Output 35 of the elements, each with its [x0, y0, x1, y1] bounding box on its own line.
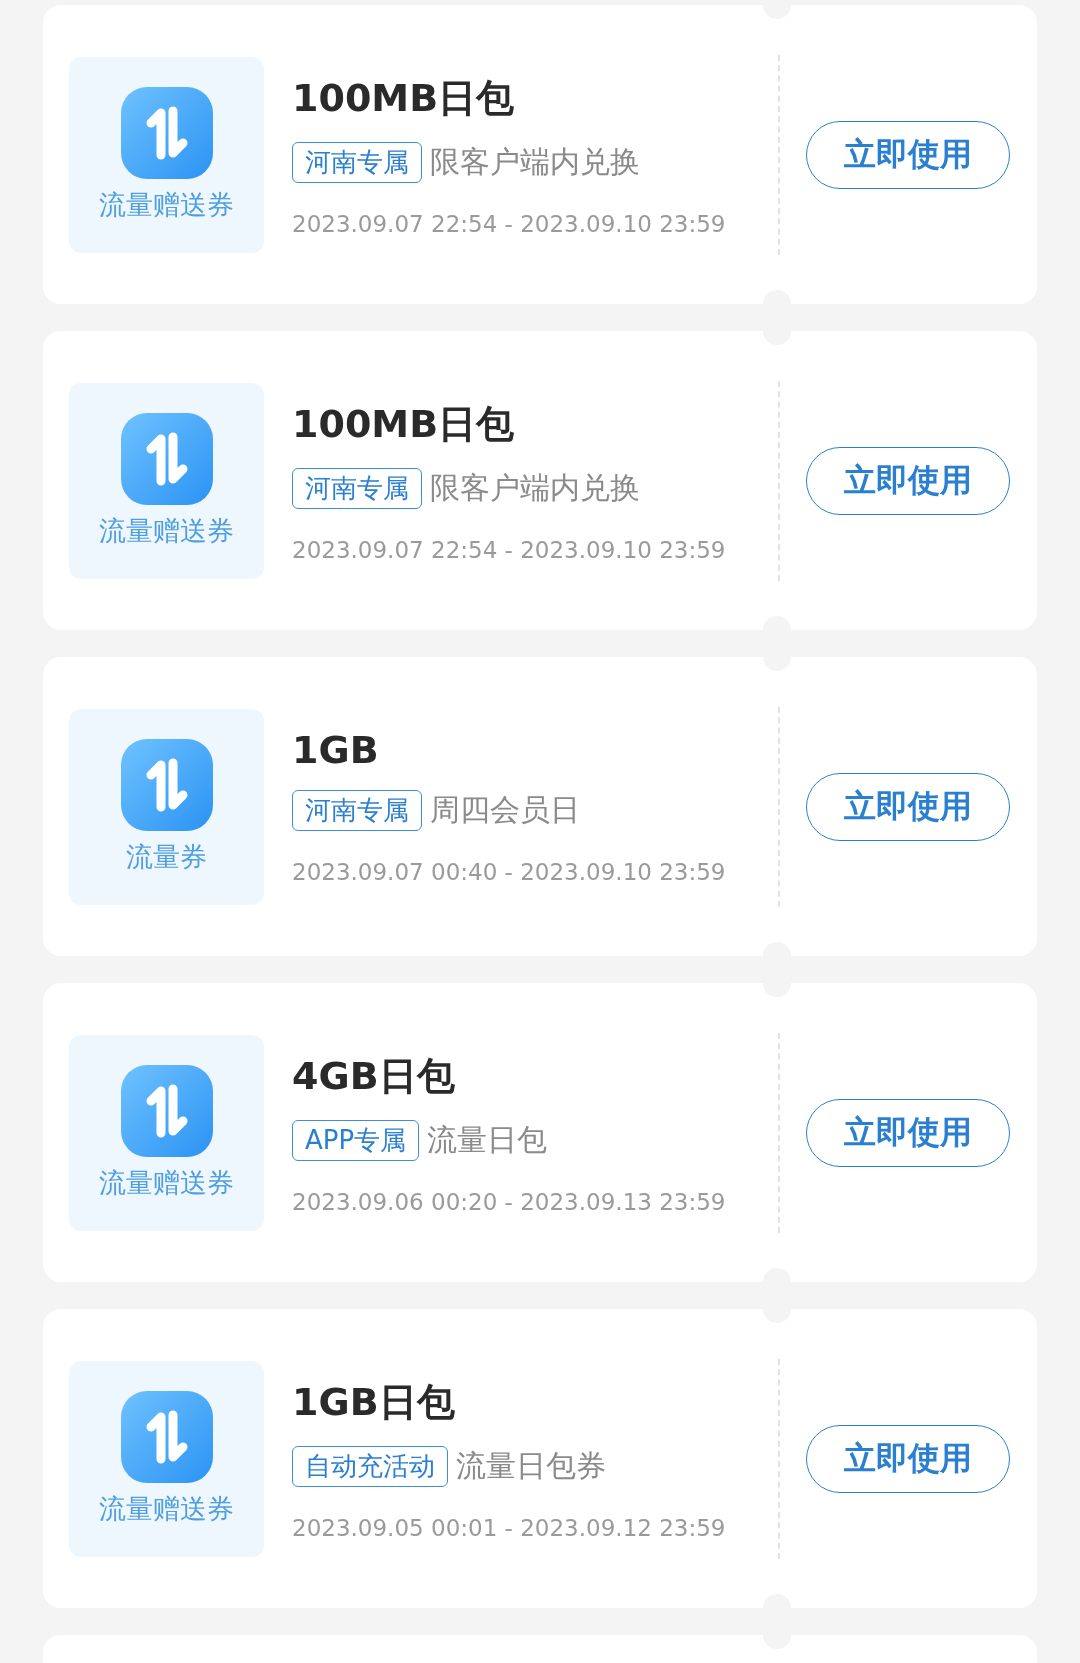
region-tag: 自动充活动	[292, 1445, 448, 1487]
validity-period: 2023.09.05 00:01 - 2023.09.12 23:59	[292, 1514, 727, 1541]
coupon-title: 1GB日包	[292, 1378, 456, 1426]
arrows-up-down-icon	[120, 1390, 213, 1483]
use-now-button[interactable]: 立即使用	[806, 1424, 1010, 1493]
coupon-title: 4GB日包	[292, 1052, 456, 1100]
region-tag: 河南专属	[292, 790, 422, 831]
use-now-button[interactable]: 立即使用	[806, 1098, 1010, 1167]
coupon-note: 限客户端内兑换	[430, 468, 640, 507]
region-tag: APP专属	[292, 1119, 420, 1161]
coupon-title: 100MB日包	[292, 74, 516, 122]
coupon-type: 流量赠送券	[99, 1491, 234, 1526]
coupon-note: 周四会员日	[430, 791, 580, 829]
region-tag: 河南专属	[292, 467, 422, 509]
validity-period: 2023.09.07 22:54 - 2023.09.10 23:59	[292, 536, 727, 563]
coupon-title: 100MB日包	[292, 400, 516, 448]
coupon-note: 限客户端内兑换	[430, 142, 640, 181]
coupon-note: 流量日包	[427, 1120, 548, 1159]
coupon-note: 流量日包券	[456, 1446, 606, 1485]
region-tag: 河南专属	[292, 141, 422, 183]
coupon-type: 流量赠送券	[99, 513, 234, 548]
use-now-button[interactable]: 立即使用	[806, 772, 1010, 841]
arrows-up-down-icon	[120, 412, 213, 505]
coupon-type: 流量赠送券	[99, 187, 234, 222]
arrows-up-down-icon	[120, 86, 213, 179]
coupon-type: 流量赠送券	[99, 1165, 234, 1200]
use-now-button[interactable]: 立即使用	[806, 446, 1010, 515]
validity-period: 2023.09.06 00:20 - 2023.09.13 23:59	[292, 1188, 727, 1215]
use-now-button[interactable]: 立即使用	[806, 120, 1010, 189]
validity-period: 2023.09.07 22:54 - 2023.09.10 23:59	[292, 210, 727, 237]
validity-period: 2023.09.07 00:40 - 2023.09.10 23:59	[292, 859, 727, 885]
coupon-type: 流量券	[126, 839, 207, 874]
arrows-up-down-icon	[120, 738, 213, 831]
coupon-title: 1GB	[292, 728, 380, 772]
arrows-up-down-icon	[120, 1064, 213, 1157]
